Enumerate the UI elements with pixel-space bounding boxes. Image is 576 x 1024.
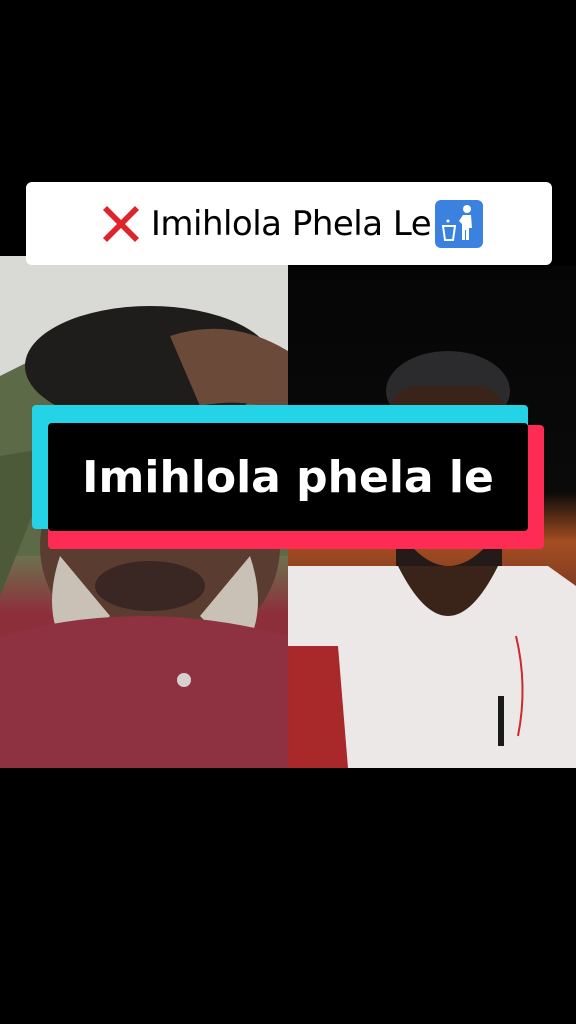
litter-in-bin-icon	[435, 199, 484, 248]
cross-mark-icon	[95, 198, 147, 250]
center-caption-box: Imihlola phela le	[48, 423, 528, 531]
center-caption-banner: Imihlola phela le	[32, 405, 544, 550]
center-caption-text: Imihlola phela le	[82, 451, 494, 503]
top-caption-banner: Imihlola Phela Le	[26, 182, 552, 265]
video-frame: { "top_caption": { "leading_emoji": "cro…	[0, 0, 576, 1024]
top-caption-text: Imihlola Phela Le	[150, 203, 432, 244]
